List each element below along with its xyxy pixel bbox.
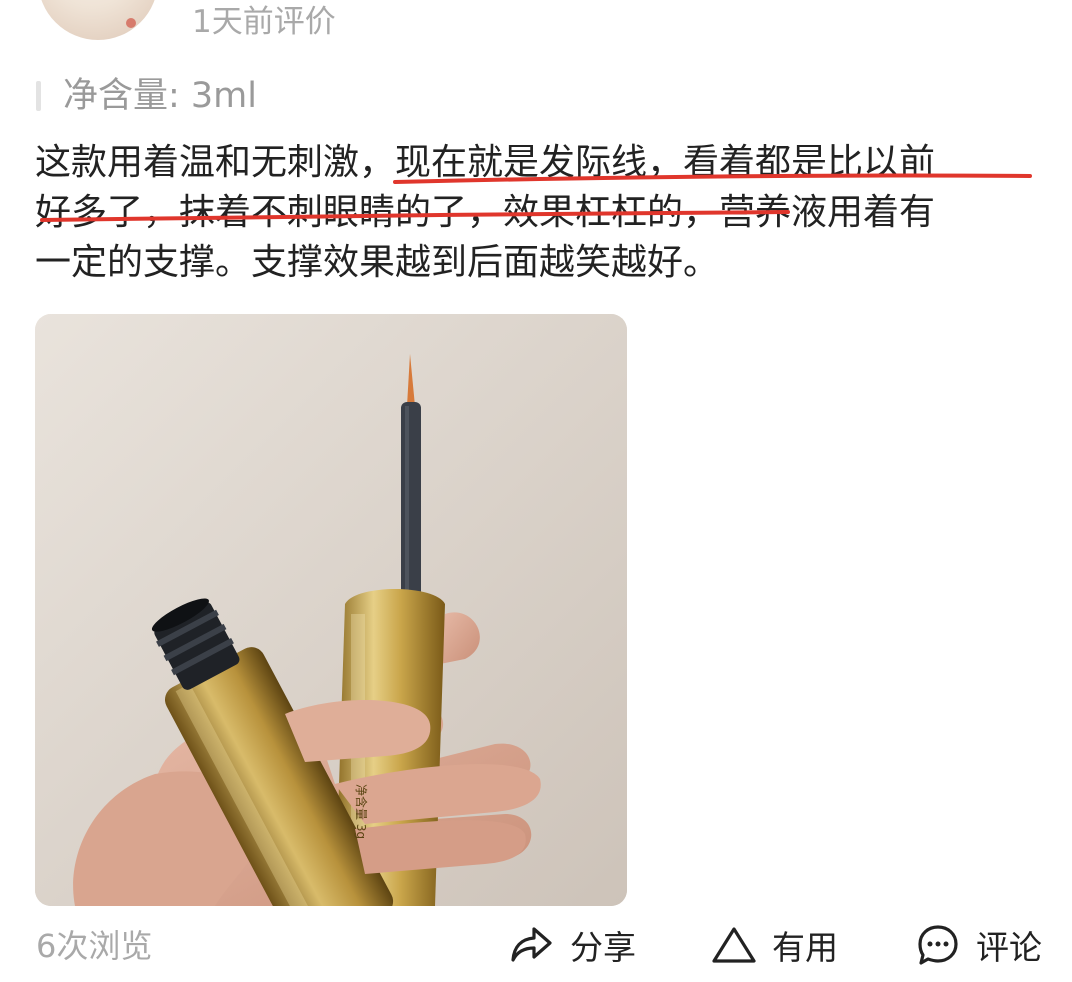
triangle-useful-icon [710,921,758,969]
review-line-1: 这款用着温和无刺激，现在就是发际线，看着都是比以前 [35,142,936,183]
review-photo[interactable]: 净含量 3g [35,314,627,906]
bottle-label: 净含量 3g [354,784,369,839]
review-time: 1天前评价 [192,4,336,40]
spec-row: 净含量: 3ml [36,72,257,120]
review-text: 这款用着温和无刺激，现在就是发际线，看着都是比以前 好多了，抹着不刺眼睛的了，效… [35,138,1045,288]
user-avatar[interactable] [38,0,158,40]
comment-button[interactable]: 评论 [914,920,1042,970]
useful-button[interactable]: 有用 [710,920,838,970]
spec-text: 净含量: 3ml [63,76,258,116]
comment-label: 评论 [976,928,1042,967]
useful-label: 有用 [772,928,838,967]
share-button[interactable]: 分享 [508,920,636,970]
review-line-2: 好多了，抹着不刺眼睛的了，效果杠杠的，营养液用着有 [35,192,936,233]
review-line-3: 一定的支撑。支撑效果越到后面越笑越好。 [35,242,720,283]
share-label: 分享 [570,928,636,967]
photo-illustration: 净含量 3g [35,314,627,906]
view-count: 6次浏览 [36,927,153,965]
spec-divider [36,81,41,111]
review-footer: 6次浏览 分享 有用 评论 [0,912,1072,978]
comment-bubble-icon [914,921,962,969]
share-icon [508,921,556,969]
